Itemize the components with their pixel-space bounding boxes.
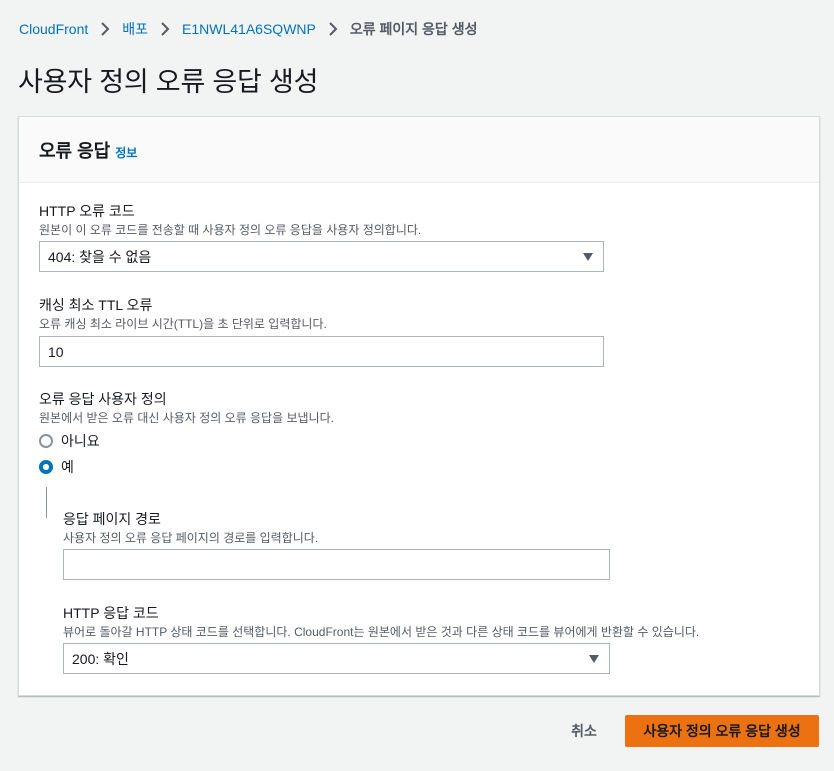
customize-response-field: 오류 응답 사용자 정의 원본에서 받은 오류 대신 사용자 정의 오류 응답을… [39,390,334,426]
chevron-right-icon [88,22,122,36]
panel-title: 오류 응답 [39,141,111,161]
response-page-path-input[interactable] [63,549,610,580]
http-error-code-description: 원본이 이 오류 코드를 전송할 때 사용자 정의 오류 응답을 사용자 정의합… [39,223,422,237]
caret-down-icon [589,654,599,663]
page-title: 사용자 정의 오류 응답 생성 [18,67,319,97]
create-custom-error-response-button[interactable]: 사용자 정의 오류 응답 생성 [625,715,819,747]
min-ttl-description: 오류 캐싱 최소 라이브 시간(TTL)을 초 단위로 입력합니다. [39,317,327,331]
http-error-code-label: HTTP 오류 코드 [39,203,135,219]
http-response-code-label: HTTP 응답 코드 [63,605,159,621]
response-page-path-field: 응답 페이지 경로 사용자 정의 오류 응답 페이지의 경로를 입력합니다. [63,510,318,546]
min-ttl-input[interactable]: 10 [39,336,604,367]
radio-no[interactable]: 아니요 [39,431,100,451]
breadcrumb-current: 오류 페이지 응답 생성 [349,21,478,37]
min-ttl-value: 10 [48,343,64,360]
customize-response-label: 오류 응답 사용자 정의 [39,391,167,407]
http-response-code-field: HTTP 응답 코드 뷰어로 돌아갈 HTTP 상태 코드를 선택합니다. Cl… [63,604,699,640]
http-error-code-select[interactable]: 404: 찾을 수 없음 [39,241,604,272]
http-error-code-field: HTTP 오류 코드 원본이 이 오류 코드를 전송할 때 사용자 정의 오류 … [39,202,421,238]
http-error-code-value: 404: 찾을 수 없음 [48,248,152,265]
breadcrumb: CloudFront 배포 E1NWL41A6SQWNP 오류 페이지 응답 생… [19,19,477,39]
nested-divider-line [46,487,47,518]
radio-no-label: 아니요 [61,433,100,449]
breadcrumb-distribution-id[interactable]: E1NWL41A6SQWNP [182,21,316,37]
error-response-panel: 오류 응답 정보 HTTP 오류 코드 원본이 이 오류 코드를 전송할 때 사… [18,116,820,696]
radio-yes[interactable]: 예 [39,457,74,477]
customize-response-description: 원본에서 받은 오류 대신 사용자 정의 오류 응답을 보냅니다. [39,411,334,425]
http-response-code-select[interactable]: 200: 확인 [63,643,610,674]
cancel-button[interactable]: 취소 [558,716,610,746]
min-ttl-field: 캐싱 최소 TTL 오류 오류 캐싱 최소 라이브 시간(TTL)을 초 단위로… [39,296,327,332]
chevron-right-icon [316,22,350,36]
response-page-path-label: 응답 페이지 경로 [63,511,161,527]
info-link[interactable]: 정보 [115,144,137,161]
radio-circle-unchecked[interactable] [39,434,53,448]
response-page-path-description: 사용자 정의 오류 응답 페이지의 경로를 입력합니다. [63,531,319,545]
radio-circle-checked[interactable] [39,460,53,474]
breadcrumb-distributions[interactable]: 배포 [122,19,148,39]
breadcrumb-cloudfront[interactable]: CloudFront [19,21,88,37]
panel-header: 오류 응답 정보 [19,117,819,183]
caret-down-icon [583,252,593,261]
http-response-code-value: 200: 확인 [72,650,129,667]
min-ttl-label: 캐싱 최소 TTL 오류 [39,297,153,313]
http-response-code-description: 뷰어로 돌아갈 HTTP 상태 코드를 선택합니다. CloudFront는 원… [63,625,700,639]
radio-yes-label: 예 [61,459,74,475]
chevron-right-icon [148,22,182,36]
